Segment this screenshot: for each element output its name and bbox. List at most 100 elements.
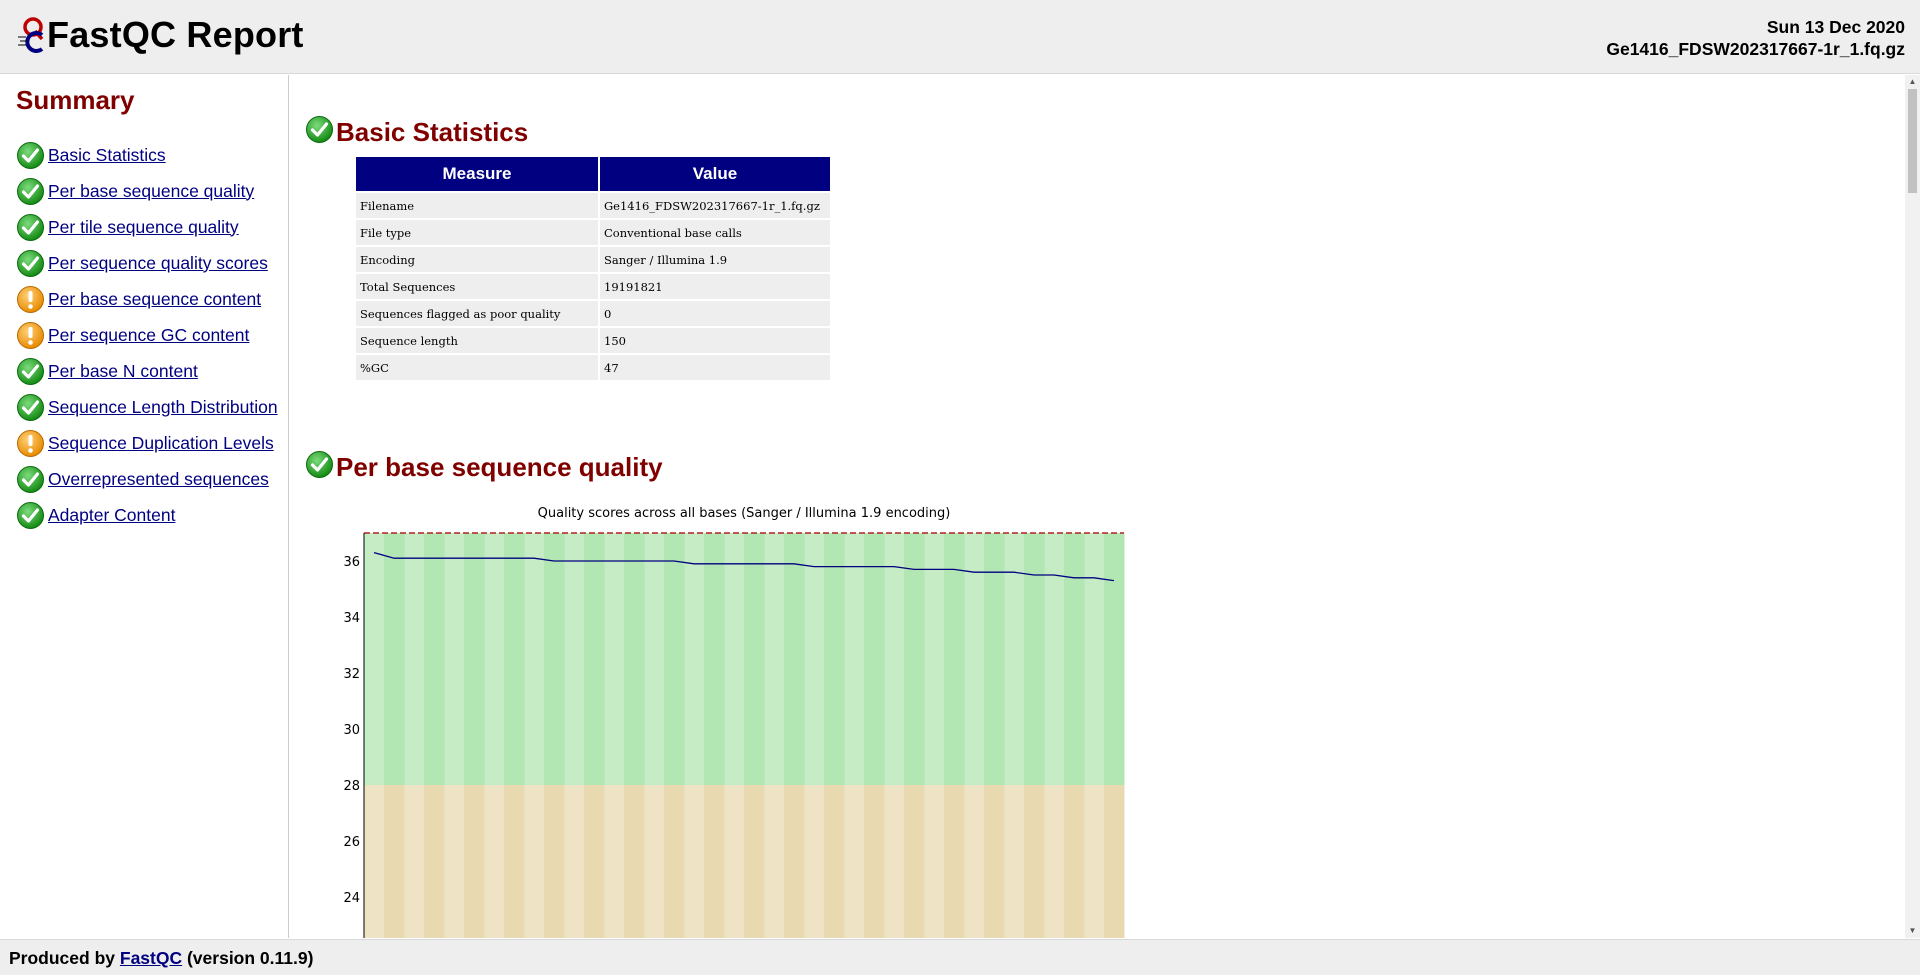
quality-zone-band <box>1004 533 1025 785</box>
quality-zone-band <box>624 533 645 785</box>
quality-zone-band <box>964 785 985 938</box>
quality-zone-band <box>464 785 485 938</box>
value-cell: 0 <box>600 301 830 326</box>
pass-icon <box>16 249 45 278</box>
table-row: Encoding Sanger / Illumina 1.9 <box>356 247 830 272</box>
quality-zone-band <box>664 533 685 785</box>
report-filename: Ge1416_FDSW202317667-1r_1.fq.gz <box>1606 39 1905 59</box>
summary-link[interactable]: Per tile sequence quality <box>48 217 239 238</box>
quality-zone-band <box>564 533 585 785</box>
summary-item-per-tile-sequence-quality[interactable]: Per tile sequence quality <box>16 209 278 245</box>
quality-zone-band <box>1084 533 1105 785</box>
main-content: Basic Statistics Measure Value Filename G… <box>290 75 1905 938</box>
summary-link[interactable]: Sequence Duplication Levels <box>48 433 274 454</box>
warning-icon <box>16 321 45 350</box>
y-tick-label: 36 <box>343 555 360 570</box>
summary-link[interactable]: Per base sequence content <box>48 289 261 310</box>
summary-item-sequence-length-distribution[interactable]: Sequence Length Distribution <box>16 389 278 425</box>
summary-item-per-base-n-content[interactable]: Per base N content <box>16 353 278 389</box>
quality-zone-band <box>1024 533 1045 785</box>
quality-zone-band <box>544 533 565 785</box>
table-row: Sequence length 150 <box>356 328 830 353</box>
value-cell: 47 <box>600 355 830 380</box>
quality-zone-band <box>1104 785 1125 938</box>
report-header: FastQC Report Sun 13 Dec 2020 Ge1416_FDS… <box>0 0 1920 74</box>
y-tick-label: 32 <box>343 667 360 682</box>
value-cell: Ge1416_FDSW202317667-1r_1.fq.gz <box>600 193 830 218</box>
quality-zone-band <box>404 533 425 785</box>
summary-item-basic-statistics[interactable]: Basic Statistics <box>16 137 278 173</box>
chart-title: Quality scores across all bases (Sanger … <box>538 506 951 521</box>
quality-zone-band <box>404 785 425 938</box>
y-tick-label: 26 <box>343 835 360 850</box>
quality-zone-band <box>644 785 665 938</box>
section-per-base-quality: Per base sequence quality <box>305 451 663 483</box>
value-cell: 150 <box>600 328 830 353</box>
quality-zone-band <box>804 785 825 938</box>
quality-zone-band <box>844 785 865 938</box>
pass-icon <box>16 465 45 494</box>
quality-zone-band <box>504 785 525 938</box>
measure-cell: %GC <box>356 355 598 380</box>
table-row: Sequences flagged as poor quality 0 <box>356 301 830 326</box>
quality-zone-band <box>544 785 565 938</box>
summary-link[interactable]: Per sequence quality scores <box>48 253 268 274</box>
summary-item-adapter-content[interactable]: Adapter Content <box>16 497 278 533</box>
quality-zone-band <box>704 785 725 938</box>
quality-zone-band <box>864 785 885 938</box>
summary-link[interactable]: Overrepresented sequences <box>48 469 269 490</box>
scroll-up-icon[interactable]: ▲ <box>1905 75 1920 89</box>
pass-icon <box>16 177 45 206</box>
quality-zone-band <box>884 785 905 938</box>
table-row: Filename Ge1416_FDSW202317667-1r_1.fq.gz <box>356 193 830 218</box>
quality-zone-band <box>464 533 485 785</box>
per-base-quality-title: Per base sequence quality <box>336 452 663 482</box>
summary-sidebar: Summary Basic Statistics Per base sequenc… <box>0 75 289 938</box>
quality-zone-band <box>484 533 505 785</box>
quality-zone-band <box>644 533 665 785</box>
quality-zone-band <box>624 785 645 938</box>
value-cell: 19191821 <box>600 274 830 299</box>
quality-zone-band <box>1004 785 1025 938</box>
summary-link[interactable]: Per base N content <box>48 361 198 382</box>
quality-zone-band <box>564 785 585 938</box>
summary-link[interactable]: Per sequence GC content <box>48 325 249 346</box>
summary-link[interactable]: Sequence Length Distribution <box>48 397 278 418</box>
scroll-down-icon[interactable]: ▼ <box>1905 924 1920 938</box>
quality-zone-band <box>364 785 385 938</box>
quality-scores-chart: Quality scores across all bases (Sanger … <box>343 506 1125 938</box>
pass-icon <box>16 141 45 170</box>
quality-zone-band <box>1044 533 1065 785</box>
footer-prefix: Produced by <box>9 948 115 968</box>
quality-zone-band <box>424 533 445 785</box>
y-tick-label: 30 <box>343 723 360 738</box>
pass-icon <box>16 357 45 386</box>
summary-item-per-sequence-gc-content[interactable]: Per sequence GC content <box>16 317 278 353</box>
summary-item-per-base-sequence-content[interactable]: Per base sequence content <box>16 281 278 317</box>
quality-zone-band <box>864 533 885 785</box>
summary-item-per-sequence-quality-scores[interactable]: Per sequence quality scores <box>16 245 278 281</box>
quality-zone-band <box>664 785 685 938</box>
report-title: FastQC Report <box>47 14 304 55</box>
summary-link[interactable]: Per base sequence quality <box>48 181 254 202</box>
scrollbar-thumb[interactable] <box>1908 89 1917 193</box>
report-meta: Sun 13 Dec 2020 Ge1416_FDSW202317667-1r_… <box>1606 16 1905 60</box>
quality-zone-band <box>884 533 905 785</box>
fastqc-logo-icon <box>18 17 44 53</box>
summary-item-sequence-duplication-levels[interactable]: Sequence Duplication Levels <box>16 425 278 461</box>
measure-cell: Encoding <box>356 247 598 272</box>
pass-icon <box>16 501 45 530</box>
summary-heading: Summary <box>16 85 135 115</box>
summary-item-per-base-sequence-quality[interactable]: Per base sequence quality <box>16 173 278 209</box>
quality-zone-band <box>724 785 745 938</box>
measure-cell: Total Sequences <box>356 274 598 299</box>
summary-link[interactable]: Adapter Content <box>48 505 175 526</box>
table-row: Total Sequences 19191821 <box>356 274 830 299</box>
quality-zone-band <box>524 785 545 938</box>
summary-item-overrepresented-sequences[interactable]: Overrepresented sequences <box>16 461 278 497</box>
quality-zone-band <box>584 785 605 938</box>
fastqc-link[interactable]: FastQC <box>120 948 182 968</box>
summary-link[interactable]: Basic Statistics <box>48 145 166 166</box>
quality-zone-band <box>704 533 725 785</box>
page-scrollbar[interactable]: ▲ ▼ <box>1905 75 1920 938</box>
